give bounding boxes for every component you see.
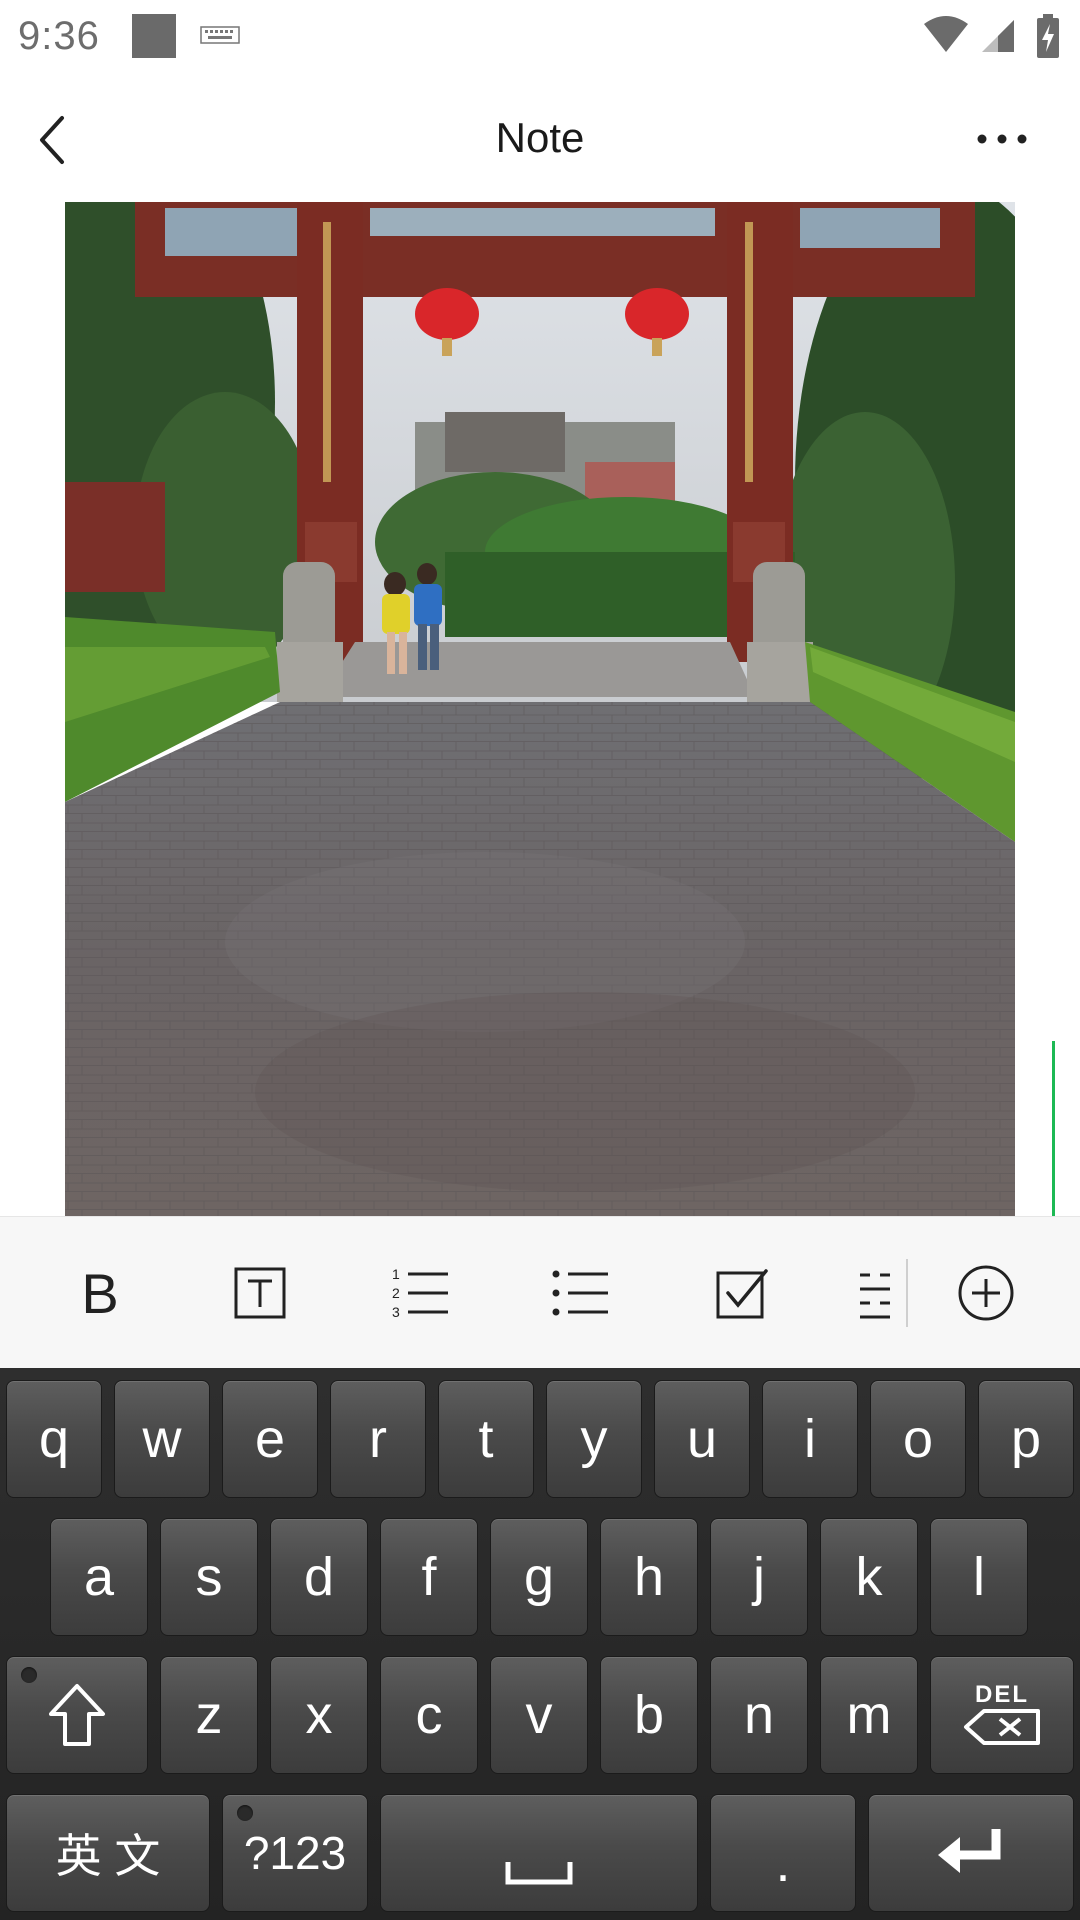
key-b[interactable]: b [600, 1656, 698, 1774]
shift-key[interactable] [6, 1656, 148, 1774]
text-box-icon [234, 1267, 286, 1319]
del-label: DEL [975, 1681, 1029, 1708]
key-g[interactable]: g [490, 1518, 588, 1636]
cell-signal-icon [982, 20, 1014, 52]
enter-arrow-icon [938, 1829, 1001, 1873]
app-header: Note [0, 74, 1080, 200]
battery-charging-icon [1037, 14, 1059, 58]
backspace-icon [964, 1709, 1040, 1745]
text-cursor [1052, 1041, 1055, 1216]
toolbar-divider [906, 1259, 908, 1327]
symbols-key[interactable]: ?123 [222, 1794, 368, 1912]
key-w[interactable]: w [114, 1380, 210, 1498]
photo-icon[interactable] [65, 202, 1015, 1216]
key-o[interactable]: o [870, 1380, 966, 1498]
key-j[interactable]: j [710, 1518, 808, 1636]
key-c[interactable]: c [380, 1656, 478, 1774]
status-time: 9:36 [18, 14, 100, 58]
delete-key[interactable]: DEL [930, 1656, 1074, 1774]
numbered-list-button[interactable]: 1 2 3 [378, 1251, 462, 1335]
key-l[interactable]: l [930, 1518, 1028, 1636]
svg-text:2: 2 [392, 1285, 400, 1301]
key-r[interactable]: r [330, 1380, 426, 1498]
status-bar: 9:36 [0, 0, 1080, 74]
checklist-button[interactable] [700, 1251, 784, 1335]
shift-arrow-icon [49, 1684, 105, 1746]
insert-button[interactable] [944, 1251, 1028, 1335]
key-f[interactable]: f [380, 1518, 478, 1636]
square-notification-icon [132, 14, 176, 58]
bulleted-list-icon [552, 1270, 608, 1316]
key-t[interactable]: t [438, 1380, 534, 1498]
key-u[interactable]: u [654, 1380, 750, 1498]
key-indicator-dot [21, 1667, 37, 1683]
key-indicator-dot [237, 1805, 253, 1821]
key-v[interactable]: v [490, 1656, 588, 1774]
svg-text:3: 3 [392, 1304, 400, 1320]
bold-button[interactable]: B [58, 1251, 142, 1335]
soft-keyboard: q w e r t y u i o p a s d f g h j k l z … [0, 1368, 1080, 1920]
key-y[interactable]: y [546, 1380, 642, 1498]
svg-text:1: 1 [392, 1266, 400, 1282]
bulleted-list-button[interactable] [538, 1251, 622, 1335]
period-label: . [775, 1833, 791, 1893]
key-k[interactable]: k [820, 1518, 918, 1636]
key-m[interactable]: m [820, 1656, 918, 1774]
period-key[interactable]: . [710, 1794, 856, 1912]
key-s[interactable]: s [160, 1518, 258, 1636]
key-p[interactable]: p [978, 1380, 1074, 1498]
checkbox-icon [716, 1269, 768, 1319]
space-key[interactable] [380, 1794, 698, 1912]
indent-button[interactable] [846, 1251, 906, 1335]
space-bar-icon [505, 1862, 573, 1885]
keyboard-icon [200, 26, 240, 44]
wifi-icon [924, 16, 968, 52]
format-toolbar: B 1 2 3 [0, 1216, 1080, 1368]
key-h[interactable]: h [600, 1518, 698, 1636]
add-circle-icon [958, 1265, 1014, 1321]
key-n[interactable]: n [710, 1656, 808, 1774]
page-title: Note [495, 114, 585, 161]
indent-icon [860, 1273, 890, 1319]
note-content[interactable] [0, 200, 1080, 1216]
key-x[interactable]: x [270, 1656, 368, 1774]
key-a[interactable]: a [50, 1518, 148, 1636]
language-switch-key[interactable]: 英 文 [6, 1794, 210, 1912]
more-horizontal-icon[interactable] [972, 124, 1032, 154]
key-q[interactable]: q [6, 1380, 102, 1498]
text-style-button[interactable] [218, 1251, 302, 1335]
key-d[interactable]: d [270, 1518, 368, 1636]
symbols-label: ?123 [243, 1827, 347, 1879]
enter-key[interactable] [868, 1794, 1074, 1912]
numbered-list-icon: 1 2 3 [392, 1266, 448, 1320]
key-z[interactable]: z [160, 1656, 258, 1774]
bold-icon: B [81, 1261, 119, 1325]
key-i[interactable]: i [762, 1380, 858, 1498]
key-e[interactable]: e [222, 1380, 318, 1498]
